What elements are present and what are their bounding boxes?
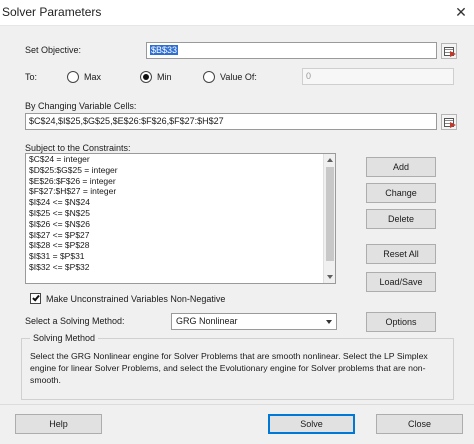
chevron-down-icon [326, 320, 332, 324]
constraint-item[interactable]: $I$26 <= $N$26 [26, 219, 335, 230]
scroll-up-icon[interactable] [327, 158, 333, 162]
scroll-thumb[interactable] [326, 167, 334, 261]
solving-method-legend: Solving Method [30, 333, 99, 343]
set-objective-value: $B$33 [150, 45, 179, 55]
changing-cells-label: By Changing Variable Cells: [25, 101, 137, 111]
solver-dialog: Set Objective: $B$33 To: Max Min Value O… [0, 26, 474, 444]
reset-all-button[interactable]: Reset All [366, 244, 436, 264]
solving-method-group: Solving Method Select the GRG Nonlinear … [21, 333, 454, 400]
constraint-item[interactable]: $I$25 <= $N$25 [26, 208, 335, 219]
delete-button[interactable]: Delete [366, 209, 436, 229]
changing-cells-input[interactable]: $C$24,$I$25,$G$25,$E$26:$F$26,$F$27:$H$2… [25, 113, 437, 130]
constraint-item[interactable]: $I$31 = $P$31 [26, 251, 335, 262]
radio-value-of-circle[interactable] [203, 71, 215, 83]
options-button[interactable]: Options [366, 312, 436, 332]
scroll-down-icon[interactable] [327, 275, 333, 279]
solve-button[interactable]: Solve [268, 414, 355, 434]
constraint-item[interactable]: $I$27 <= $P$27 [26, 230, 335, 241]
constraints-label: Subject to the Constraints: [25, 143, 131, 153]
solving-method-description: Select the GRG Nonlinear engine for Solv… [30, 351, 428, 385]
value-of-value: 0 [306, 71, 312, 81]
solving-method-value: GRG Nonlinear [176, 316, 238, 326]
constraint-item[interactable]: $I$32 <= $P$32 [26, 262, 335, 273]
change-button[interactable]: Change [366, 183, 436, 203]
constraints-scrollbar[interactable] [323, 154, 335, 283]
divider [0, 404, 474, 405]
unconstrained-checkbox[interactable] [30, 293, 41, 304]
constraint-item[interactable]: $F$27:$H$27 = integer [26, 186, 335, 197]
radio-max-label: Max [84, 72, 102, 82]
constraint-item[interactable]: $I$28 <= $P$28 [26, 240, 335, 251]
radio-value-of[interactable]: Value Of: [203, 71, 283, 85]
help-button[interactable]: Help [15, 414, 102, 434]
changing-cells-value: $C$24,$I$25,$G$25,$E$26:$F$26,$F$27:$H$2… [29, 116, 224, 126]
solving-method-label: Select a Solving Method: [25, 316, 125, 326]
radio-max-circle[interactable] [67, 71, 79, 83]
window-title: Solver Parameters [2, 5, 102, 19]
constraint-item[interactable]: $D$25:$G$25 = integer [26, 165, 335, 176]
set-objective-label: Set Objective: [25, 45, 82, 55]
radio-max[interactable]: Max [67, 71, 117, 85]
constraint-item[interactable]: $I$24 <= $N$24 [26, 197, 335, 208]
unconstrained-label: Make Unconstrained Variables Non-Negativ… [46, 294, 226, 304]
to-label: To: [25, 72, 38, 82]
constraint-item[interactable]: $E$26:$F$26 = integer [26, 176, 335, 187]
radio-min-label: Min [157, 72, 172, 82]
radio-min[interactable]: Min [140, 71, 190, 85]
constraints-list[interactable]: $C$24 = integer $D$25:$G$25 = integer $E… [25, 153, 336, 284]
add-button[interactable]: Add [366, 157, 436, 177]
radio-min-circle[interactable] [140, 71, 152, 83]
set-objective-input[interactable]: $B$33 [146, 42, 437, 59]
constraint-item[interactable]: $C$24 = integer [26, 154, 335, 165]
close-button[interactable]: Close [376, 414, 463, 434]
title-bar: Solver Parameters ✕ [0, 0, 474, 26]
value-of-input[interactable]: 0 [302, 68, 454, 85]
close-icon[interactable]: ✕ [452, 3, 470, 21]
radio-value-of-label: Value Of: [220, 72, 257, 82]
solving-method-select[interactable]: GRG Nonlinear [171, 313, 337, 330]
objective-collapse-button[interactable] [441, 43, 457, 59]
load-save-button[interactable]: Load/Save [366, 272, 436, 292]
changing-cells-collapse-button[interactable] [441, 114, 457, 130]
checkmark-icon [32, 293, 40, 302]
